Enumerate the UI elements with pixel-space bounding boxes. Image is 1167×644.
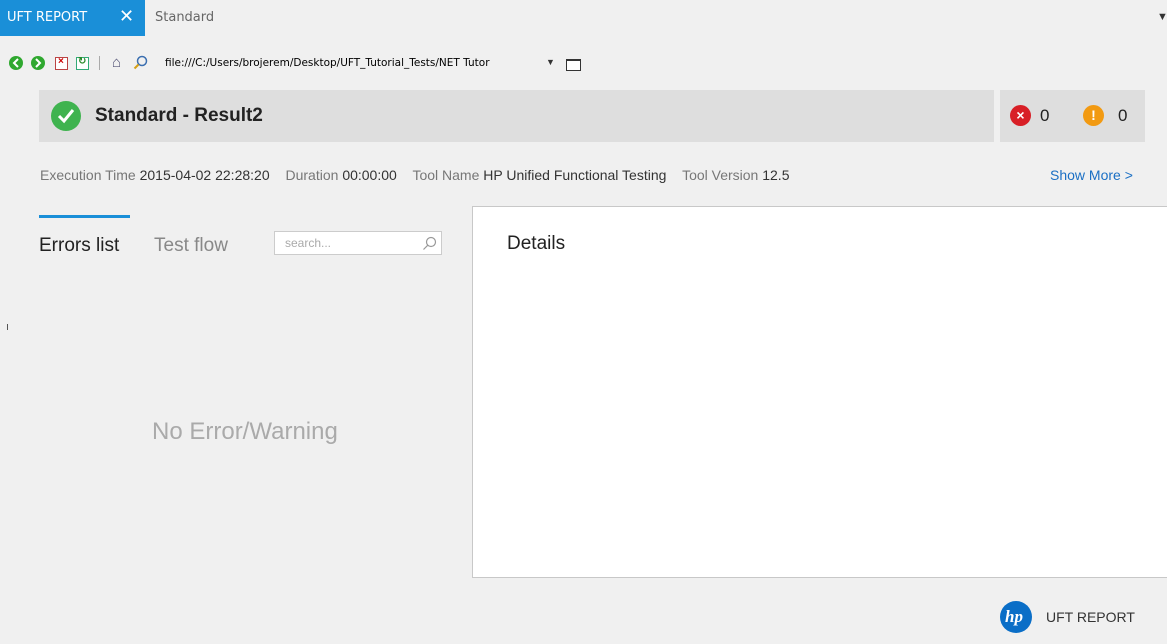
new-tab-icon[interactable]: [566, 59, 581, 71]
details-panel: Details: [472, 206, 1167, 578]
active-tab-indicator: [39, 215, 130, 218]
search-box[interactable]: [274, 231, 442, 255]
browser-toolbar: × ↻ ⌂ file:///C:/Users/brojerem/Desktop/…: [0, 52, 600, 74]
hp-logo-text: hp: [1005, 607, 1023, 626]
execution-time-value: 2015-04-02 22:28:20: [139, 167, 270, 183]
home-icon[interactable]: ⌂: [112, 54, 121, 71]
error-count: 0: [1040, 106, 1050, 125]
address-bar[interactable]: file:///C:/Users/brojerem/Desktop/UFT_Tu…: [165, 57, 535, 69]
execution-time-label: Execution Time: [40, 167, 136, 183]
tool-version-value: 12.5: [762, 167, 790, 183]
tab-standard[interactable]: Standard: [155, 10, 214, 25]
search-icon[interactable]: [422, 236, 437, 251]
run-metadata: Execution Time 2015-04-02 22:28:20 Durat…: [40, 167, 801, 183]
search-icon[interactable]: [133, 55, 148, 75]
empty-state-message: No Error/Warning: [152, 418, 338, 445]
splitter-handle[interactable]: [7, 324, 8, 330]
hp-logo-icon: hp: [1000, 601, 1032, 633]
tool-name-label: Tool Name: [412, 167, 480, 183]
tab-uft-report[interactable]: UFT REPORT ✕: [0, 0, 145, 36]
tab-test-flow[interactable]: Test flow: [154, 235, 228, 257]
back-icon[interactable]: [9, 56, 23, 70]
check-icon: [51, 101, 81, 131]
close-icon[interactable]: ✕: [119, 7, 134, 25]
status-counts: × 0 ! 0: [1000, 90, 1145, 142]
error-icon: ×: [1010, 105, 1031, 126]
stop-icon[interactable]: ×: [55, 56, 68, 70]
tab-uft-report-label: UFT REPORT: [7, 10, 88, 25]
tool-name-value: HP Unified Functional Testing: [483, 167, 667, 183]
tab-menu-icon[interactable]: ▼: [1157, 11, 1167, 23]
duration-value: 00:00:00: [342, 167, 397, 183]
show-more-link[interactable]: Show More >: [1050, 167, 1133, 183]
footer-label: UFT REPORT: [1046, 609, 1135, 625]
tab-strip: UFT REPORT ✕ Standard ▼: [0, 0, 1167, 36]
warning-icon: !: [1083, 105, 1104, 126]
dropdown-icon[interactable]: ▼: [546, 57, 555, 67]
details-title: Details: [507, 233, 566, 254]
tab-errors-list[interactable]: Errors list: [39, 235, 119, 257]
toolbar-divider: [99, 56, 100, 70]
search-input[interactable]: [285, 236, 405, 250]
warning-count: 0: [1118, 106, 1128, 125]
refresh-icon[interactable]: ↻: [76, 56, 89, 70]
page-title: Standard - Result2: [95, 105, 263, 126]
tool-version-label: Tool Version: [682, 167, 759, 183]
duration-label: Duration: [285, 167, 339, 183]
result-header: Standard - Result2: [39, 90, 994, 142]
forward-icon[interactable]: [31, 56, 45, 70]
